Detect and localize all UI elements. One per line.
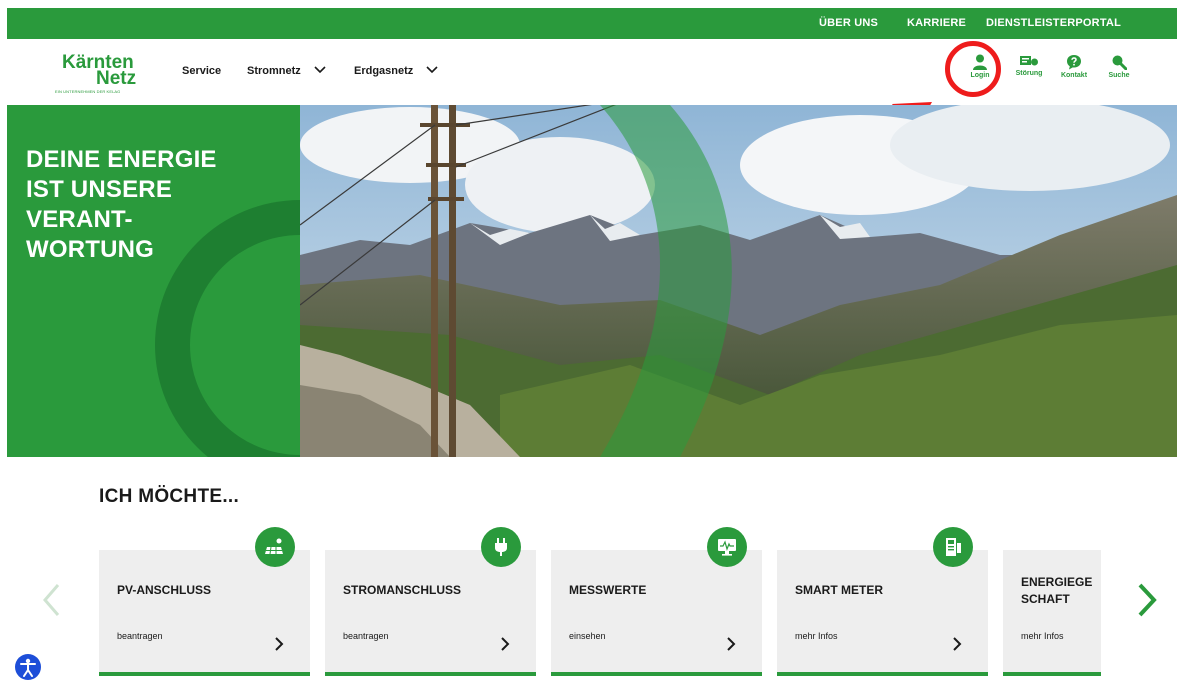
fault-icon: [1020, 56, 1038, 66]
accessibility-icon: [20, 658, 36, 677]
smart-meter-badge: [933, 527, 973, 567]
carousel-next-icon[interactable]: [1135, 582, 1159, 618]
card-stromanschluss[interactable]: STROMANSCHLUSS beantragen: [325, 550, 536, 676]
card-subtitle: beantragen: [117, 631, 163, 641]
nav-service[interactable]: Service: [182, 65, 221, 77]
nav-stromnetz[interactable]: Stromnetz: [247, 65, 326, 77]
hero-headline-line-4: WORTUNG: [26, 236, 155, 263]
kontakt-button[interactable]: Kontakt: [1056, 54, 1092, 79]
chevron-right-icon: [953, 637, 962, 651]
logo[interactable]: Kärnten Netz EIN UNTERNEHMEN DER KELAG: [55, 53, 137, 95]
accessibility-button[interactable]: [15, 654, 41, 680]
plug-icon: [495, 538, 507, 556]
card-title: SMART METER: [795, 583, 883, 597]
section-title: ICH MÖCHTE...: [99, 486, 240, 507]
smart-meter-icon: [946, 538, 961, 556]
card-subtitle: mehr Infos: [1021, 631, 1064, 641]
utility-link-ueber-uns[interactable]: ÜBER UNS: [819, 17, 878, 29]
hero-photo: [300, 105, 1177, 457]
utility-link-dienstleisterportal[interactable]: DIENSTLEISTERPORTAL: [986, 17, 1121, 29]
logo-line-2: Netz: [96, 68, 137, 89]
hero-text-panel: DEINE ENERGIE IST UNSERE VERANT- WORTUNG: [7, 105, 300, 457]
stoerung-button[interactable]: Störung: [1011, 54, 1047, 77]
card-energiegemeinschaft[interactable]: ENERGIEGE SCHAFT mehr Infos: [1003, 550, 1101, 676]
card-pv-anschluss[interactable]: PV-ANSCHLUSS beantragen: [99, 550, 310, 676]
solar-panel-badge: [255, 527, 295, 567]
annotation-circle: [945, 41, 1001, 97]
nav-erdgasnetz-label: Erdgasnetz: [354, 65, 414, 77]
hero-headline: DEINE ENERGIE IST UNSERE VERANT- WORTUNG: [26, 145, 217, 265]
card-subtitle: einsehen: [569, 631, 606, 641]
chevron-right-icon: [275, 637, 284, 651]
suche-label: Suche: [1108, 72, 1130, 79]
card-smart-meter[interactable]: SMART METER mehr Infos: [777, 550, 988, 676]
monitor-icon: [718, 539, 736, 556]
card-messwerte[interactable]: MESSWERTE einsehen: [551, 550, 762, 676]
chevron-down-icon: [314, 65, 326, 77]
search-icon: [1112, 55, 1127, 70]
card-title: STROMANSCHLUSS: [343, 583, 462, 597]
chevron-right-icon: [727, 637, 736, 651]
suche-button[interactable]: Suche: [1101, 54, 1137, 79]
nav-stromnetz-label: Stromnetz: [247, 65, 301, 77]
logo-tagline: EIN UNTERNEHMEN DER KELAG: [55, 89, 121, 94]
hero-headline-line-3: VERANT-: [26, 206, 133, 233]
hero-banner: DEINE ENERGIE IST UNSERE VERANT- WORTUNG: [7, 105, 1177, 457]
utility-bar: ÜBER UNS KARRIERE DIENSTLEISTERPORTAL: [7, 8, 1177, 39]
card-title-line-2: SCHAFT: [1021, 592, 1070, 606]
carousel-prev-icon[interactable]: [40, 582, 62, 618]
utility-link-karriere[interactable]: KARRIERE: [907, 17, 966, 29]
monitor-badge: [707, 527, 747, 567]
hero-headline-line-1: DEINE ENERGIE: [26, 146, 217, 173]
card-subtitle: beantragen: [343, 631, 389, 641]
solar-panel-icon: [265, 538, 283, 555]
card-title: PV-ANSCHLUSS: [117, 583, 212, 597]
plug-badge: [481, 527, 521, 567]
card-title: MESSWERTE: [569, 583, 647, 597]
card-title: ENERGIEGE SCHAFT: [1021, 574, 1092, 608]
card-title-line-1: ENERGIEGE: [1021, 575, 1093, 589]
chevron-right-icon: [501, 637, 510, 651]
chevron-down-icon: [426, 65, 438, 77]
help-icon: [1067, 55, 1081, 70]
nav-erdgasnetz[interactable]: Erdgasnetz: [354, 65, 438, 77]
site-header: Kärnten Netz EIN UNTERNEHMEN DER KELAG S…: [0, 39, 1189, 105]
hero-headline-line-2: IST UNSERE: [26, 176, 173, 203]
stoerung-label: Störung: [1015, 70, 1043, 77]
kontakt-label: Kontakt: [1060, 72, 1088, 79]
card-subtitle: mehr Infos: [795, 631, 838, 641]
